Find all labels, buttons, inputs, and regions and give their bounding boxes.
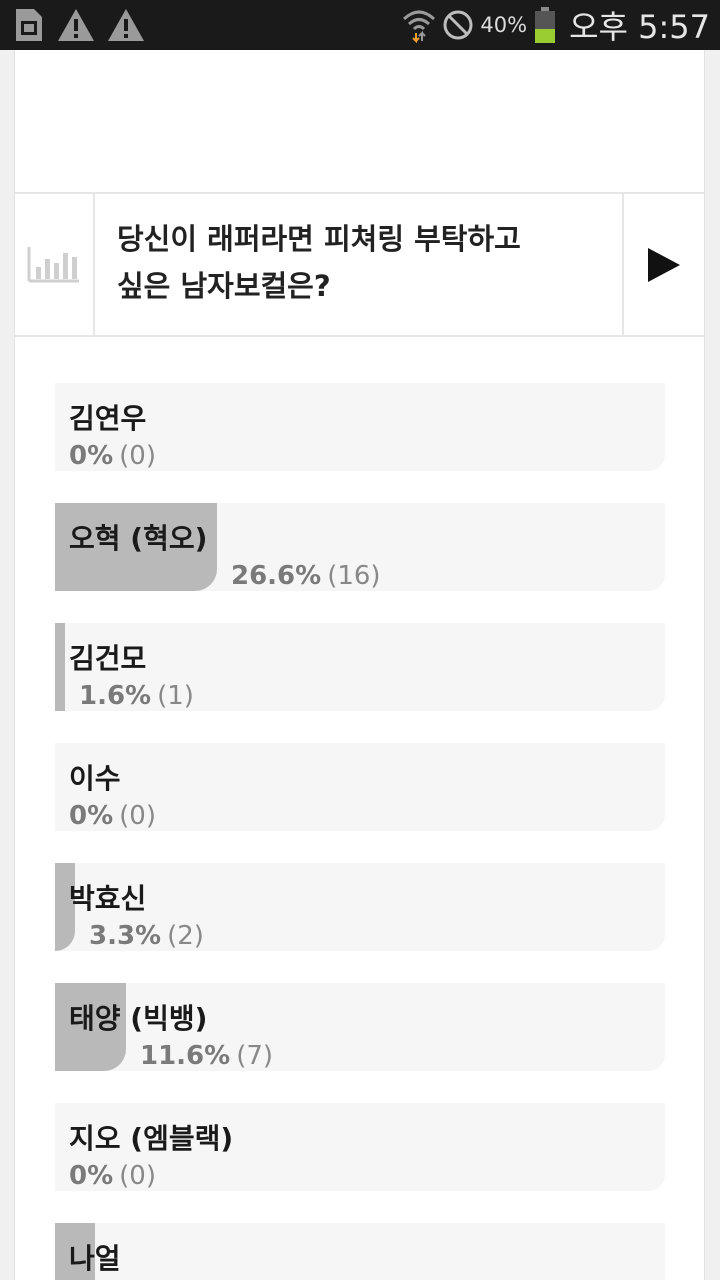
poll-option-count: (0) — [119, 441, 156, 471]
poll-option-stats: 26.6% (16) — [231, 561, 381, 591]
page: 당신이 래퍼라면 피쳐링 부탁하고 싶은 남자보컬은? 김연우 0% (0) 오혁 (… — [0, 50, 720, 1280]
battery-percent: 40% — [480, 13, 528, 37]
clock: 오후 5:57 — [569, 8, 710, 46]
poll-option-name: 박효신 — [69, 882, 147, 915]
poll-option-name: 오혁 (혁오) — [69, 522, 208, 555]
poll-option-name: 이수 — [69, 762, 121, 795]
poll-option[interactable]: 나얼 — [55, 1223, 665, 1280]
poll-option[interactable]: 태양 (빅뱅) 11.6% (7) — [55, 983, 665, 1071]
poll-option-percent: 1.6% — [79, 681, 152, 711]
poll-option-stats: 3.3% (2) — [89, 921, 204, 951]
poll-option-stats: 0% (0) — [69, 801, 156, 831]
poll-option-percent: 0% — [69, 1161, 114, 1191]
poll-option-name: 김연우 — [69, 402, 147, 435]
poll-header: 당신이 래퍼라면 피쳐링 부탁하고 싶은 남자보컬은? — [15, 194, 704, 337]
no-sound-icon — [442, 9, 474, 41]
warning-icon — [106, 7, 146, 43]
poll-option[interactable]: 오혁 (혁오) 26.6% (16) — [55, 503, 665, 591]
poll-option-count: (7) — [236, 1041, 274, 1071]
sim-card-icon — [10, 7, 46, 43]
poll-option-count: (0) — [119, 1161, 156, 1191]
poll-option-count: (1) — [157, 681, 194, 711]
poll-option-percent: 0% — [69, 441, 114, 471]
poll-option-name: 태양 (빅뱅) — [69, 1002, 208, 1035]
poll-option[interactable]: 김건모 1.6% (1) — [55, 623, 665, 711]
poll-option-percent: 26.6% — [231, 561, 322, 591]
poll-option-name: 나얼 — [69, 1242, 121, 1275]
poll-option-percent: 0% — [69, 801, 114, 831]
poll-option-bar — [55, 623, 65, 711]
poll-option[interactable]: 지오 (엠블랙) 0% (0) — [55, 1103, 665, 1191]
poll-option[interactable]: 김연우 0% (0) — [55, 383, 665, 471]
poll-title-line2: 싶은 남자보컬은? — [117, 269, 331, 303]
poll-option-name: 지오 (엠블랙) — [69, 1122, 234, 1155]
poll-option[interactable]: 이수 0% (0) — [55, 743, 665, 831]
play-button[interactable] — [622, 194, 704, 335]
poll-title: 당신이 래퍼라면 피쳐링 부탁하고 싶은 남자보컬은? — [95, 194, 622, 335]
poll-option-stats: 1.6% (1) — [79, 681, 194, 711]
bar-chart-icon — [15, 194, 95, 335]
blank-area — [15, 50, 704, 194]
poll-option-count: (16) — [327, 561, 381, 591]
poll-option-percent: 3.3% — [89, 921, 162, 951]
poll-option-stats: 11.6% (7) — [140, 1041, 273, 1071]
wifi-icon — [402, 7, 436, 43]
poll-title-line1: 당신이 래퍼라면 피쳐링 부탁하고 — [117, 222, 521, 256]
poll-option-name: 김건모 — [69, 642, 147, 675]
poll-option-count: (0) — [119, 801, 156, 831]
status-bar: 40% 오후 5:57 — [0, 0, 720, 50]
poll-options: 김연우 0% (0) 오혁 (혁오) 26.6% (16) 김건모 1.6% (1) 이수 0% (0… — [15, 337, 704, 1280]
poll-option-count: (2) — [167, 921, 204, 951]
poll-option-stats: 0% (0) — [69, 1161, 156, 1191]
warning-icon — [56, 7, 96, 43]
poll-card: 당신이 래퍼라면 피쳐링 부탁하고 싶은 남자보컬은? 김연우 0% (0) 오혁 (… — [14, 50, 705, 1280]
poll-option-percent: 11.6% — [140, 1041, 231, 1071]
poll-option-stats: 0% (0) — [69, 441, 156, 471]
poll-option[interactable]: 박효신 3.3% (2) — [55, 863, 665, 951]
play-icon — [648, 247, 680, 282]
battery-icon — [533, 6, 557, 44]
